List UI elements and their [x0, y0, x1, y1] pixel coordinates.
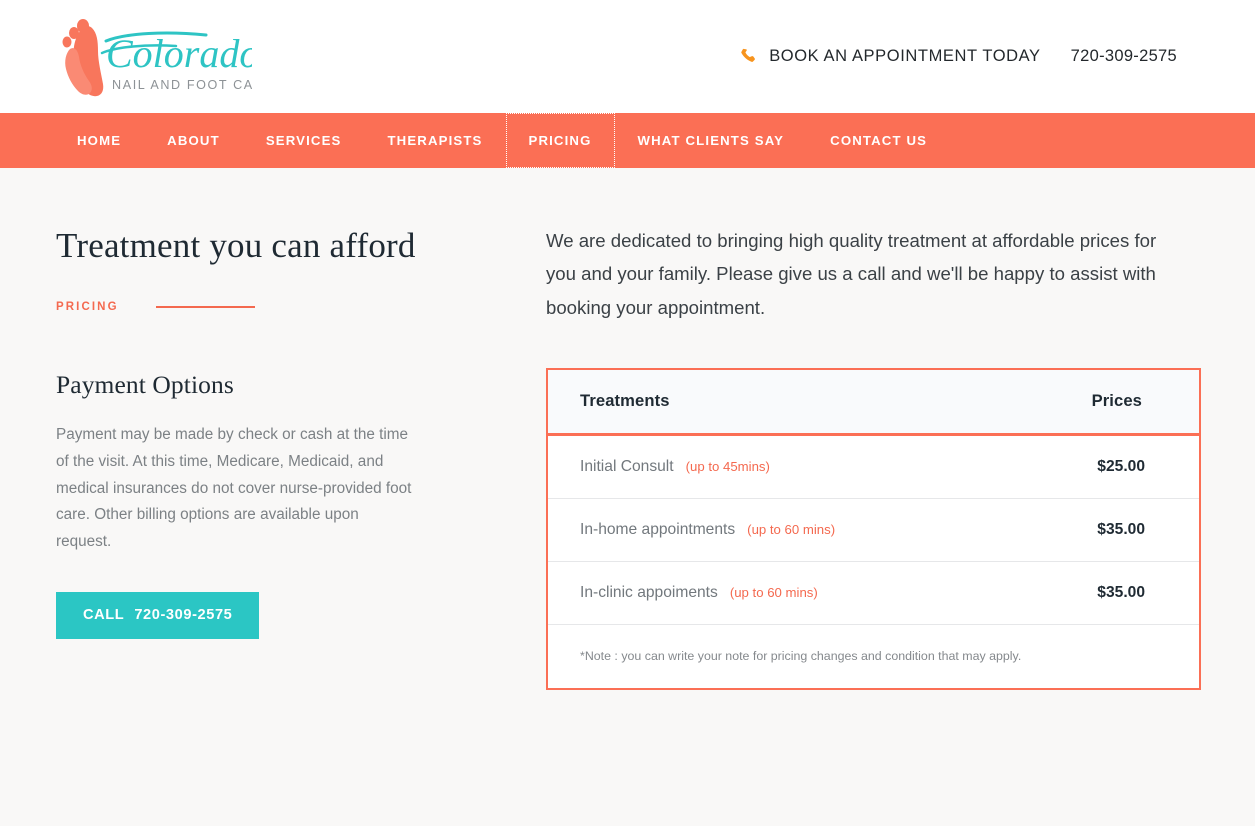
- site-logo[interactable]: Colorado NAIL AND FOOT CARE: [56, 13, 252, 101]
- treatment-duration: (up to 45mins): [685, 458, 770, 474]
- section-eyebrow: PRICING: [56, 301, 526, 313]
- nav-item-home[interactable]: HOME: [56, 113, 144, 168]
- treatment-duration: (up to 60 mins): [747, 521, 836, 537]
- column-header-prices: Prices: [1091, 391, 1142, 411]
- book-appointment-label: BOOK AN APPOINTMENT TODAY: [769, 47, 1041, 65]
- payment-options-body: Payment may be made by check or cash at …: [56, 426, 412, 551]
- page-main: Treatment you can afford PRICING Payment…: [0, 168, 1255, 690]
- column-header-treatments: Treatments: [580, 391, 670, 411]
- treatment-name: In-home appointments: [580, 520, 736, 538]
- treatment-name: Initial Consult: [580, 457, 674, 475]
- pricing-note-text: *Note : you can write your note for pric…: [580, 649, 1022, 664]
- table-row: Initial Consult (up to 45mins) $25.00: [548, 435, 1199, 499]
- main-navigation: HOME ABOUT SERVICES THERAPISTS PRICING W…: [0, 113, 1255, 168]
- right-column: We are dedicated to bringing high qualit…: [526, 168, 1201, 690]
- pricing-table-note: *Note : you can write your note for pric…: [548, 624, 1199, 688]
- table-row: In-home appointments (up to 60 mins) $35…: [548, 498, 1199, 562]
- payment-options-heading: Payment Options: [56, 370, 234, 400]
- call-button-number: 720-309-2575: [134, 607, 233, 624]
- treatment-duration: (up to 60 mins): [729, 584, 818, 600]
- intro-paragraph: We are dedicated to bringing high qualit…: [546, 230, 1157, 318]
- treatment-price: $35.00: [1097, 520, 1145, 538]
- eyebrow-divider: [155, 306, 255, 309]
- treatment-name: In-clinic appoiments: [580, 583, 718, 601]
- treatment-price: $25.00: [1097, 457, 1145, 475]
- phone-icon: [739, 47, 758, 66]
- site-header: Colorado NAIL AND FOOT CARE BOOK AN APPO…: [0, 0, 1255, 113]
- nav-item-services[interactable]: SERVICES: [243, 113, 365, 168]
- nav-item-contact-us[interactable]: CONTACT US: [807, 113, 950, 168]
- eyebrow-label: PRICING: [56, 301, 119, 314]
- call-button[interactable]: CALL 720-309-2575: [56, 592, 260, 640]
- page-title: Treatment you can afford: [56, 226, 416, 265]
- treatment-price: $35.00: [1097, 583, 1145, 601]
- header-phone-number[interactable]: 720-309-2575: [1071, 47, 1177, 66]
- nav-item-what-clients-say[interactable]: WHAT CLIENTS SAY: [615, 113, 808, 168]
- nav-item-about[interactable]: ABOUT: [144, 113, 243, 168]
- svg-text:NAIL AND FOOT CARE: NAIL AND FOOT CARE: [112, 78, 252, 92]
- left-column: Treatment you can afford PRICING Payment…: [56, 168, 526, 690]
- nav-item-pricing[interactable]: PRICING: [505, 113, 615, 168]
- call-button-word: CALL: [83, 607, 125, 624]
- pricing-table: Treatments Prices Initial Consult (up to…: [546, 367, 1201, 690]
- nav-item-therapists[interactable]: THERAPISTS: [364, 113, 505, 168]
- svg-text:Colorado: Colorado: [106, 31, 252, 76]
- header-contact: BOOK AN APPOINTMENT TODAY 720-309-2575: [739, 47, 1177, 66]
- pricing-table-header: Treatments Prices: [548, 369, 1199, 436]
- table-row: In-clinic appoiments (up to 60 mins) $35…: [548, 561, 1199, 625]
